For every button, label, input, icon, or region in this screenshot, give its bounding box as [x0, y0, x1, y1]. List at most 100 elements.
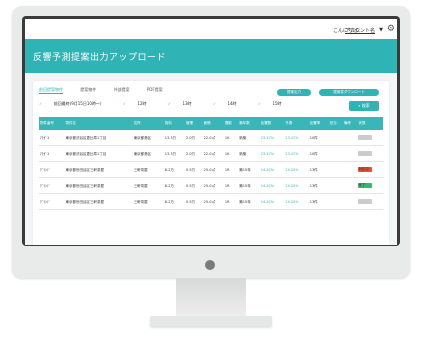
tab-previous[interactable]: 前回提案物件	[39, 87, 63, 94]
table-cell	[357, 193, 383, 210]
col-address[interactable]: 住所	[132, 117, 164, 130]
col-status[interactable]: 状態	[357, 117, 383, 130]
table-cell: 23.47%	[259, 130, 285, 146]
col-note[interactable]: 備考	[343, 117, 358, 130]
table-cell: 24.20%	[259, 177, 285, 194]
table-cell: 13.3万	[163, 145, 185, 162]
col-id[interactable]: 物件番号	[39, 117, 65, 130]
filter-15[interactable]: ✓ 15時	[258, 101, 292, 106]
table-cell: 築15年	[238, 193, 260, 210]
power-indicator	[205, 260, 215, 270]
col-forecast[interactable]: 予測	[284, 117, 309, 130]
table-cell: 13件	[308, 161, 329, 178]
table-cell: 対応中	[357, 161, 383, 178]
table-cell: 1R	[223, 193, 239, 210]
table-cell: 東京都渋谷区恵比寿1丁目	[64, 130, 133, 146]
table-cell: 1K	[223, 145, 239, 162]
table-cell: 10件	[308, 130, 329, 146]
table-cell	[343, 145, 358, 162]
table-cell: ｸﾞﾗﾝﾄﾞ	[39, 193, 65, 210]
table-row[interactable]: ｸﾞﾗﾝﾄﾞ 東京都世田谷区三軒茶屋 三軒茶屋 8.2万 0.5万 25.0㎡ 1R 築15年…	[39, 193, 383, 210]
col-age[interactable]: 築年数	[238, 117, 260, 130]
table-cell: ｸﾞﾗﾝﾄﾞ	[39, 161, 65, 178]
table-cell: 8.2万	[163, 161, 185, 178]
table-cell: 築15年	[238, 161, 260, 178]
tab-external[interactable]: 外部提案	[114, 87, 130, 93]
check-icon: ✓	[122, 101, 127, 106]
table-cell: 8.2万	[163, 193, 185, 210]
table-cell: 25.0㎡	[202, 177, 224, 194]
table-cell: 東京都港区	[132, 145, 164, 162]
status-badge[interactable]: 対応中	[358, 167, 373, 172]
screen: こんにちは、 アカウント名 ▼ ⚙ 反響予測提案出力アップロード 前回提案物件 …	[25, 19, 397, 245]
filter-previous[interactable]: ✓ 前回最終(9月15日10時〜)	[39, 101, 112, 106]
table-row[interactable]: ｱｸｶﾞ1 東京都渋谷区恵比寿1丁目 東京都港区 13.3万 2.0万 22.0㎡ 1K 新築…	[39, 130, 383, 146]
table-cell: 2.0万	[185, 145, 203, 162]
table-row[interactable]: ｸﾞﾗﾝﾄﾞ 東京都世田谷区三軒茶屋 三軒茶屋 8.2万 0.5万 25.0㎡ 1R 築15年…	[39, 177, 383, 194]
table-row[interactable]: ｱｸｶﾞ1 東京都渋谷区恵比寿1丁目 東京都港区 13.3万 2.0万 22.0㎡ 1K 新築…	[39, 145, 383, 162]
table-cell	[328, 161, 344, 178]
table-cell: 新築	[238, 145, 260, 162]
filter-row: ✓ 前回最終(9月15日10時〜) ✓ 12時 ✓ 13時 ✓ 14時 ✓ 15…	[39, 101, 302, 107]
table-cell	[343, 130, 358, 146]
table-cell: 22.0㎡	[202, 130, 224, 146]
monitor: こんにちは、 アカウント名 ▼ ⚙ 反響予測提案出力アップロード 前回提案物件 …	[12, 6, 410, 278]
table-cell: 東京都渋谷区恵比寿1丁目	[64, 145, 133, 162]
table-cell: 8.2万	[163, 177, 185, 194]
table-cell: 東京都世田谷区三軒茶屋	[64, 177, 133, 194]
tab-proposal[interactable]: 提案物件	[80, 87, 96, 93]
table-row[interactable]: ｸﾞﾗﾝﾄﾞ 東京都世田谷区三軒茶屋 三軒茶屋 8.2万 0.5万 25.0㎡ 1R 築15年…	[39, 161, 383, 178]
status-badge[interactable]	[358, 134, 373, 140]
table-cell	[343, 177, 358, 194]
col-rent[interactable]: 賃料	[163, 117, 185, 130]
table-cell: 22.0㎡	[202, 145, 224, 162]
col-response[interactable]: 反響数	[259, 117, 285, 130]
table-cell	[328, 130, 344, 146]
filter-14[interactable]: ✓ 14時	[213, 101, 247, 106]
col-name[interactable]: 物件名	[64, 117, 133, 130]
primary-button[interactable]: 提案出力	[277, 89, 311, 96]
table-cell	[357, 130, 383, 146]
table-cell: 24.20%	[259, 193, 285, 210]
table-cell: 13件	[308, 193, 329, 210]
status-badge[interactable]	[358, 150, 373, 156]
filter-13[interactable]: ✓ 13時	[168, 101, 202, 106]
secondary-button[interactable]: 提案書ダウンロード	[319, 89, 379, 96]
table-cell: 1K	[223, 130, 239, 146]
col-area[interactable]: 面積	[202, 117, 224, 130]
table-cell: ｱｸｶﾞ1	[39, 130, 65, 146]
table-cell: 23.47%	[284, 130, 309, 146]
table-body: ｱｸｶﾞ1 東京都渋谷区恵比寿1丁目 東京都港区 13.3万 2.0万 22.0㎡ 1K 新築…	[39, 130, 383, 210]
search-button[interactable]: ⌕ 検索	[349, 101, 379, 111]
status-badge[interactable]: 完了	[358, 183, 373, 188]
content-card: 前回提案物件 提案物件 外部提案 PDF提案 提案出力 提案書ダウンロード ✓ …	[33, 81, 389, 245]
table-cell	[328, 145, 344, 162]
account-link[interactable]: アカウント名	[345, 27, 375, 34]
table-cell: 三軒茶屋	[132, 177, 164, 194]
table-cell: 23.47%	[259, 145, 285, 162]
table-cell: 24.20%	[284, 161, 309, 178]
table-cell: 三軒茶屋	[132, 161, 164, 178]
monitor-stand	[176, 278, 246, 318]
user-dropdown[interactable]: ▼	[379, 27, 383, 33]
check-icon: ✓	[257, 101, 262, 106]
table-cell	[343, 193, 358, 210]
tab-bar: 前回提案物件 提案物件 外部提案 PDF提案	[39, 87, 179, 97]
table-cell	[328, 177, 344, 194]
gear-icon[interactable]: ⚙	[387, 24, 395, 34]
filter-12[interactable]: ✓ 12時	[123, 101, 157, 106]
col-rate[interactable]: 反響率	[308, 117, 329, 130]
tab-pdf[interactable]: PDF提案	[147, 87, 163, 93]
col-layout[interactable]: 間取	[223, 117, 239, 130]
table-cell: 0.5万	[185, 161, 203, 178]
page-banner: 反響予測提案出力アップロード	[25, 39, 397, 73]
table-cell: ｸﾞﾗﾝﾄﾞ	[39, 177, 65, 194]
table-cell: ｱｸｶﾞ1	[39, 145, 65, 162]
search-icon: ⌕	[358, 103, 361, 108]
col-owner[interactable]: 担当	[328, 117, 344, 130]
table-cell: 2.0万	[185, 130, 203, 146]
col-fee[interactable]: 管理	[185, 117, 203, 130]
table-cell: 0.5万	[185, 177, 203, 194]
status-badge[interactable]	[358, 198, 373, 204]
table-cell	[343, 161, 358, 178]
